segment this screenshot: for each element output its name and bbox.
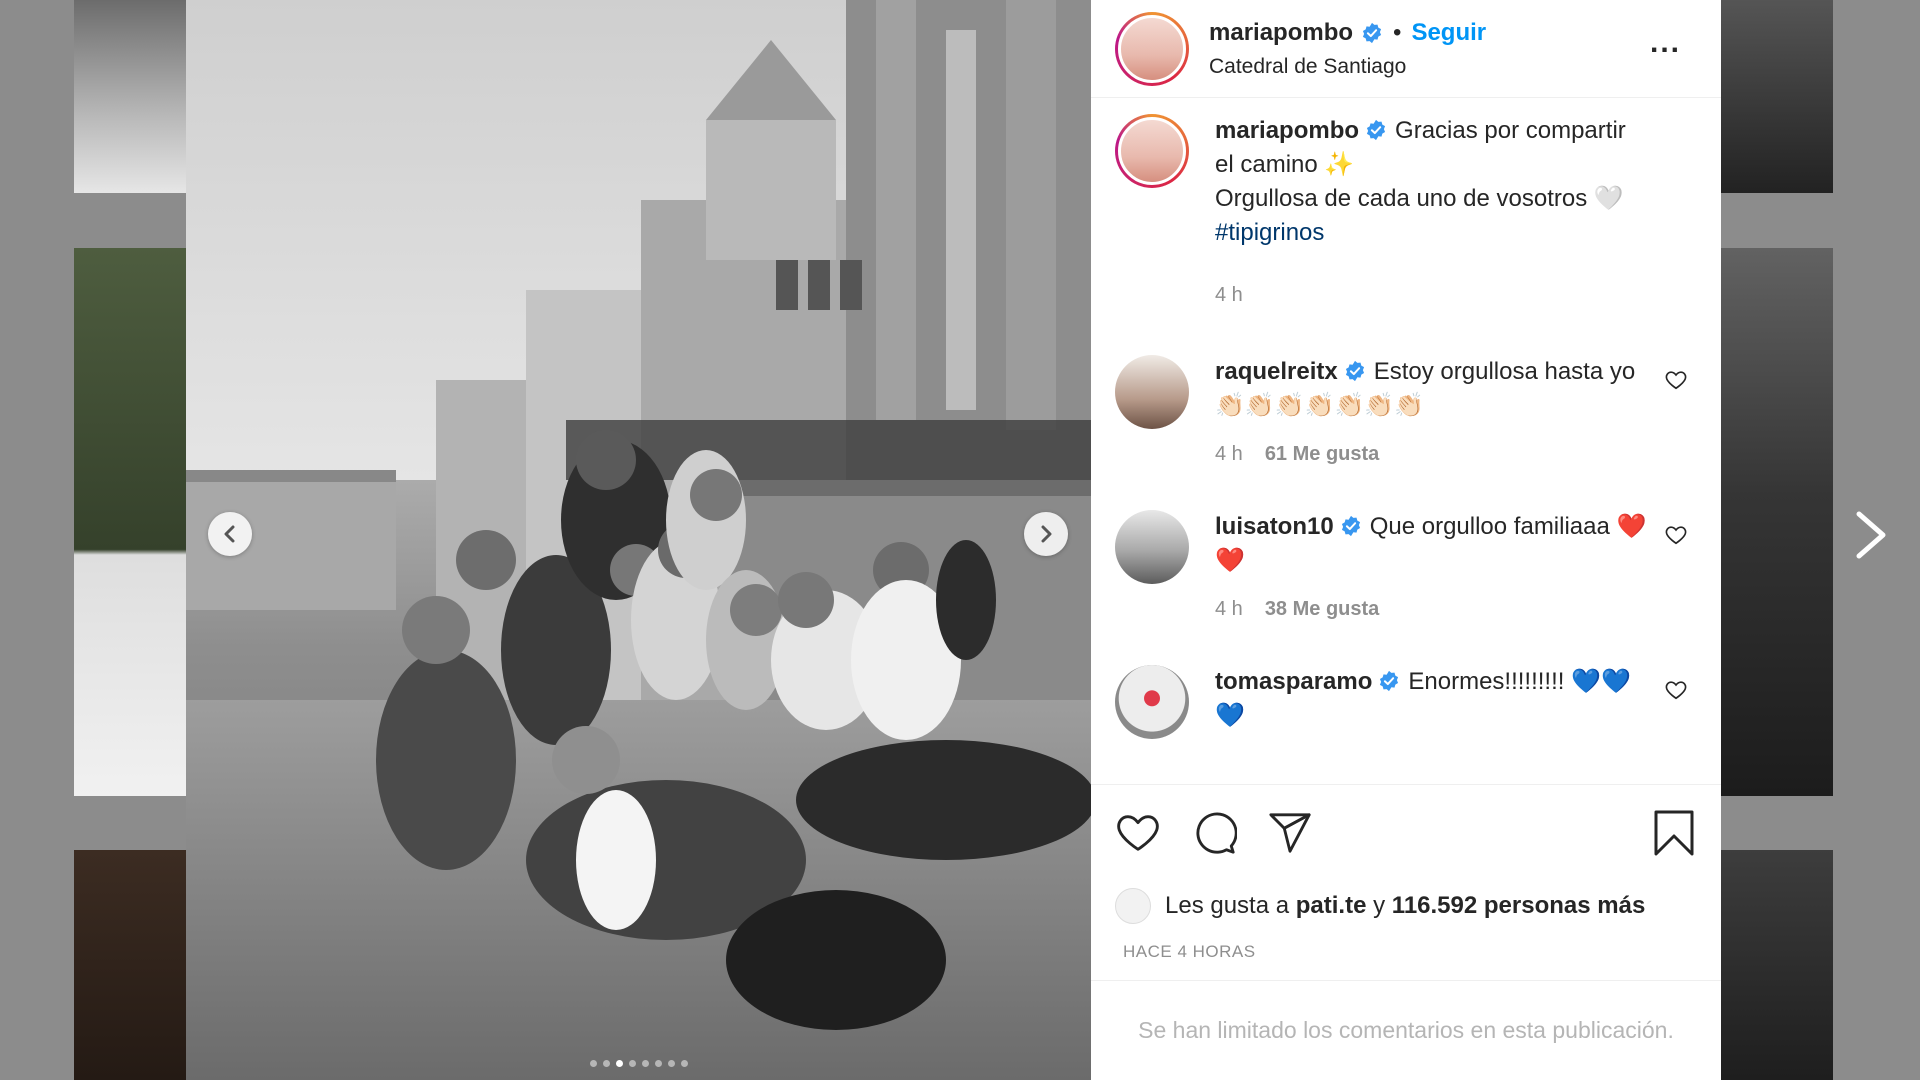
post-photo	[186, 0, 1091, 1080]
separator-dot: •	[1393, 18, 1402, 46]
author-avatar[interactable]	[1115, 11, 1189, 86]
commenter-avatar[interactable]	[1115, 510, 1189, 584]
likes-prefix: Les gusta a	[1165, 892, 1290, 919]
commenter-avatar[interactable]	[1115, 355, 1189, 429]
caption-username[interactable]: mariapombo	[1215, 117, 1359, 144]
background-thumbnail	[1721, 248, 1833, 796]
caption-line2: Orgullosa de cada uno de vosotros 🤍	[1215, 185, 1624, 212]
save-bookmark-icon[interactable]	[1651, 809, 1697, 857]
likes-summary: Les gusta a pati.te y 116.592 personas m…	[1091, 880, 1721, 932]
comment-item: raquelreitx Estoy orgullosa hasta yo 👏🏻👏🏻…	[1115, 355, 1697, 466]
comment-time: 4 h	[1215, 598, 1243, 620]
verified-badge-icon	[1362, 22, 1382, 43]
background-thumbnail	[74, 0, 186, 193]
comment-bubble-icon[interactable]	[1191, 810, 1237, 856]
carousel-next-button[interactable]	[1024, 512, 1068, 556]
comments-limited-notice: Se han limitado los comentarios en esta …	[1091, 980, 1721, 1080]
likes-count[interactable]: 116.592 personas más	[1392, 892, 1646, 920]
comment-likes[interactable]: 38 Me gusta	[1265, 598, 1379, 621]
carousel-dot	[628, 1060, 636, 1067]
comment-item: luisaton10 Que orgulloo familiaaa ❤️❤️ 4 …	[1115, 510, 1697, 621]
more-options-button[interactable]: ...	[1650, 26, 1681, 60]
comment-username[interactable]: tomasparamo	[1215, 668, 1372, 695]
share-paper-plane-icon[interactable]	[1267, 810, 1313, 856]
likes-middle: y	[1373, 892, 1386, 919]
like-comment-heart-icon[interactable]	[1665, 524, 1687, 546]
chevron-right-icon	[1041, 525, 1052, 543]
caption-time: 4 h	[1215, 284, 1243, 306]
carousel-previous-button[interactable]	[208, 512, 252, 556]
post-modal: mariapombo • Seguir Catedral de Santiago…	[186, 0, 1721, 1080]
carousel-dot	[667, 1060, 675, 1067]
post-location[interactable]: Catedral de Santiago	[1209, 55, 1699, 79]
group-of-people-illustration	[376, 430, 1091, 1030]
like-comment-heart-icon[interactable]	[1665, 679, 1687, 701]
follow-button[interactable]: Seguir	[1411, 19, 1486, 47]
post-sidebar: mariapombo • Seguir Catedral de Santiago…	[1091, 0, 1721, 1080]
verified-badge-icon	[1366, 119, 1386, 141]
post-actions-bar	[1091, 784, 1721, 880]
verified-badge-icon	[1345, 360, 1364, 382]
post-header: mariapombo • Seguir Catedral de Santiago…	[1091, 0, 1721, 98]
like-comment-heart-icon[interactable]	[1665, 369, 1687, 391]
background-thumbnail	[1721, 0, 1833, 193]
liker-avatar[interactable]	[1115, 888, 1151, 924]
background-thumbnail	[74, 248, 186, 796]
chevron-left-icon	[224, 525, 235, 543]
like-heart-icon[interactable]	[1115, 810, 1161, 856]
comment-item: tomasparamo Enormes!!!!!!!!! 💙💙💙	[1115, 665, 1697, 739]
carousel-dot	[680, 1060, 688, 1067]
post-timestamp[interactable]: HACE 4 HORAS	[1091, 932, 1721, 980]
verified-badge-icon	[1341, 515, 1360, 537]
caption-hashtag[interactable]: #tipigrinos	[1215, 219, 1324, 246]
next-post-arrow-icon[interactable]	[1851, 510, 1891, 560]
commenter-avatar[interactable]	[1115, 665, 1189, 739]
liker-username[interactable]: pati.te	[1296, 892, 1367, 920]
background-thumbnail	[74, 850, 186, 1080]
comments-section: mariapombo Gracias por compartir el camin…	[1091, 98, 1721, 784]
comment-username[interactable]: raquelreitx	[1215, 358, 1338, 385]
carousel-dot	[589, 1060, 597, 1067]
comment-likes[interactable]: 61 Me gusta	[1265, 443, 1379, 466]
post-caption: mariapombo Gracias por compartir el camin…	[1115, 114, 1697, 307]
carousel-dot	[602, 1060, 610, 1067]
background-thumbnail	[1721, 850, 1833, 1080]
comment-time: 4 h	[1215, 443, 1243, 465]
verified-badge-icon	[1380, 670, 1399, 692]
author-username[interactable]: mariapombo	[1209, 19, 1353, 47]
carousel-dot	[641, 1060, 649, 1067]
carousel-dot	[654, 1060, 662, 1067]
carousel-dot	[615, 1060, 623, 1067]
carousel-indicator	[186, 1060, 1091, 1067]
comment-username[interactable]: luisaton10	[1215, 513, 1334, 540]
author-avatar[interactable]	[1115, 114, 1189, 188]
